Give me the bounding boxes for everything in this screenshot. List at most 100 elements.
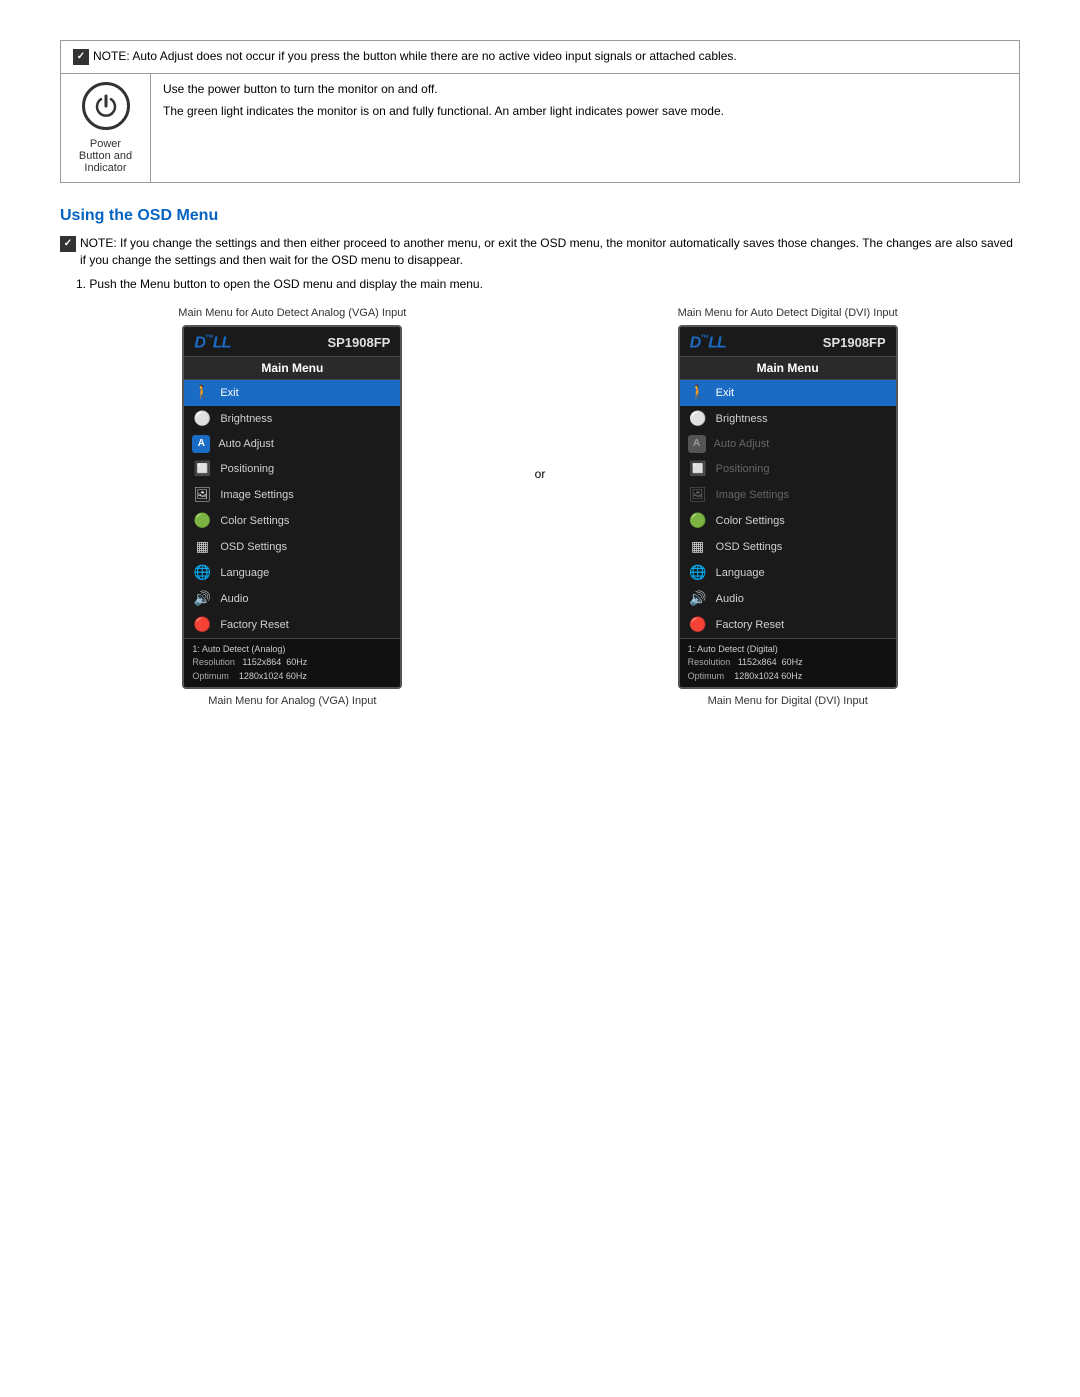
digital-menu-autoadjust: A Auto Adjust [680, 432, 896, 456]
analog-audio-icon: 🔊 [192, 589, 212, 609]
digital-menu-reset[interactable]: 🔴 Factory Reset [680, 612, 896, 638]
analog-brightness-label: Brightness [220, 413, 272, 425]
digital-image-label: Image Settings [716, 489, 789, 501]
analog-menu-positioning[interactable]: 🔲 Positioning [184, 456, 400, 482]
digital-positioning-icon: 🔲 [688, 459, 708, 479]
digital-column: Main Menu for Auto Detect Digital (DVI) … [555, 307, 1020, 708]
analog-reset-icon: 🔴 [192, 615, 212, 635]
top-note-text: NOTE: Auto Adjust does not occur if you … [93, 49, 737, 63]
digital-menu-language[interactable]: 🌐 Language [680, 560, 896, 586]
analog-exit-icon: 🚶 [192, 383, 212, 403]
analog-footer-line1: 1: Auto Detect (Analog) [192, 643, 392, 657]
analog-reset-label: Factory Reset [220, 619, 288, 631]
analog-positioning-label: Positioning [220, 463, 274, 475]
digital-menu-positioning: 🔲 Positioning [680, 456, 896, 482]
digital-osd-label: OSD Settings [716, 541, 783, 553]
power-button-icon [82, 82, 130, 130]
analog-menu-color[interactable]: 🟢 Color Settings [184, 508, 400, 534]
analog-osd-label: OSD Settings [220, 541, 287, 553]
digital-footer-optimum: Optimum 1280x1024 60Hz [688, 670, 888, 684]
digital-audio-label: Audio [716, 593, 744, 605]
analog-osd-title: Main Menu [184, 357, 400, 380]
digital-menu-audio[interactable]: 🔊 Audio [680, 586, 896, 612]
digital-menu-osd[interactable]: ▦ OSD Settings [680, 534, 896, 560]
osd-note-icon: ✓ [60, 236, 76, 252]
analog-positioning-icon: 🔲 [192, 459, 212, 479]
osd-note-block: ✓ NOTE: If you change the settings and t… [60, 235, 1020, 269]
digital-autoadjust-label: Auto Adjust [714, 438, 770, 450]
analog-footer-resolution: Resolution 1152x864 60Hz [192, 656, 392, 670]
analog-osd-footer: 1: Auto Detect (Analog) Resolution 1152x… [184, 638, 400, 688]
digital-autoadjust-icon: A [688, 435, 706, 453]
or-label: or [535, 467, 546, 481]
analog-language-icon: 🌐 [192, 563, 212, 583]
digital-osd-title: Main Menu [680, 357, 896, 380]
analog-menu-exit[interactable]: 🚶 Exit [184, 380, 400, 406]
digital-menu-image: 🖼 Image Settings [680, 482, 896, 508]
analog-osd-screen: D™LL SP1908FP Main Menu 🚶 Exit ⚪ Brightn… [182, 325, 402, 690]
digital-language-label: Language [716, 567, 765, 579]
analog-menu-audio[interactable]: 🔊 Audio [184, 586, 400, 612]
digital-footer-resolution: Resolution 1152x864 60Hz [688, 656, 888, 670]
power-icon-label: Power Button and Indicator [73, 138, 138, 174]
digital-image-icon: 🖼 [688, 485, 708, 505]
digital-caption-top: Main Menu for Auto Detect Digital (DVI) … [678, 307, 898, 319]
analog-menu-language[interactable]: 🌐 Language [184, 560, 400, 586]
analog-language-label: Language [220, 567, 269, 579]
digital-menu-exit[interactable]: 🚶 Exit [680, 380, 896, 406]
digital-positioning-label: Positioning [716, 463, 770, 475]
analog-menu-brightness[interactable]: ⚪ Brightness [184, 406, 400, 432]
digital-brightness-label: Brightness [716, 413, 768, 425]
analog-image-icon: 🖼 [192, 485, 212, 505]
power-icon-cell: Power Button and Indicator [61, 74, 151, 183]
digital-color-icon: 🟢 [688, 511, 708, 531]
analog-model-text: SP1908FP [327, 335, 390, 350]
analog-exit-label: Exit [220, 387, 238, 399]
digital-color-label: Color Settings [716, 515, 785, 527]
step1-text: 1. Push the Menu button to open the OSD … [76, 277, 1020, 291]
analog-footer-optimum: Optimum 1280x1024 60Hz [192, 670, 392, 684]
digital-model-text: SP1908FP [823, 335, 886, 350]
or-divider: or [525, 467, 556, 481]
analog-caption-bottom: Main Menu for Analog (VGA) Input [208, 695, 376, 707]
power-description-cell: Use the power button to turn the monitor… [151, 74, 1020, 183]
analog-menu-osd[interactable]: ▦ OSD Settings [184, 534, 400, 560]
analog-autoadjust-icon: A [192, 435, 210, 453]
analog-audio-label: Audio [220, 593, 248, 605]
analog-autoadjust-label: Auto Adjust [218, 438, 274, 450]
top-note-table: ✓ NOTE: Auto Adjust does not occur if yo… [60, 40, 1020, 183]
digital-reset-label: Factory Reset [716, 619, 784, 631]
digital-osd-icon: ▦ [688, 537, 708, 557]
analog-osd-header: D™LL SP1908FP [184, 327, 400, 357]
analog-brightness-icon: ⚪ [192, 409, 212, 429]
analog-column: Main Menu for Auto Detect Analog (VGA) I… [60, 307, 525, 708]
note-icon: ✓ [73, 49, 89, 65]
analog-menu-autoadjust[interactable]: A Auto Adjust [184, 432, 400, 456]
digital-audio-icon: 🔊 [688, 589, 708, 609]
digital-exit-label: Exit [716, 387, 734, 399]
analog-color-icon: 🟢 [192, 511, 212, 531]
analog-caption-top: Main Menu for Auto Detect Analog (VGA) I… [178, 307, 406, 319]
digital-menu-color[interactable]: 🟢 Color Settings [680, 508, 896, 534]
analog-color-label: Color Settings [220, 515, 289, 527]
digital-menu-brightness[interactable]: ⚪ Brightness [680, 406, 896, 432]
power-text2: The green light indicates the monitor is… [163, 104, 1007, 118]
digital-exit-icon: 🚶 [688, 383, 708, 403]
analog-menu-reset[interactable]: 🔴 Factory Reset [184, 612, 400, 638]
digital-osd-header: D™LL SP1908FP [680, 327, 896, 357]
digital-osd-footer: 1: Auto Detect (Digital) Resolution 1152… [680, 638, 896, 688]
analog-image-label: Image Settings [220, 489, 293, 501]
digital-reset-icon: 🔴 [688, 615, 708, 635]
power-text1: Use the power button to turn the monitor… [163, 82, 1007, 96]
osd-area: Main Menu for Auto Detect Analog (VGA) I… [60, 307, 1020, 708]
digital-dell-logo: D™LL [690, 333, 726, 352]
osd-note-text: NOTE: If you change the settings and the… [80, 235, 1020, 269]
digital-brightness-icon: ⚪ [688, 409, 708, 429]
section-heading: Using the OSD Menu [60, 207, 1020, 225]
digital-language-icon: 🌐 [688, 563, 708, 583]
analog-menu-image[interactable]: 🖼 Image Settings [184, 482, 400, 508]
analog-osd-icon: ▦ [192, 537, 212, 557]
digital-footer-line1: 1: Auto Detect (Digital) [688, 643, 888, 657]
analog-dell-logo: D™LL [194, 333, 230, 352]
digital-caption-bottom: Main Menu for Digital (DVI) Input [708, 695, 868, 707]
